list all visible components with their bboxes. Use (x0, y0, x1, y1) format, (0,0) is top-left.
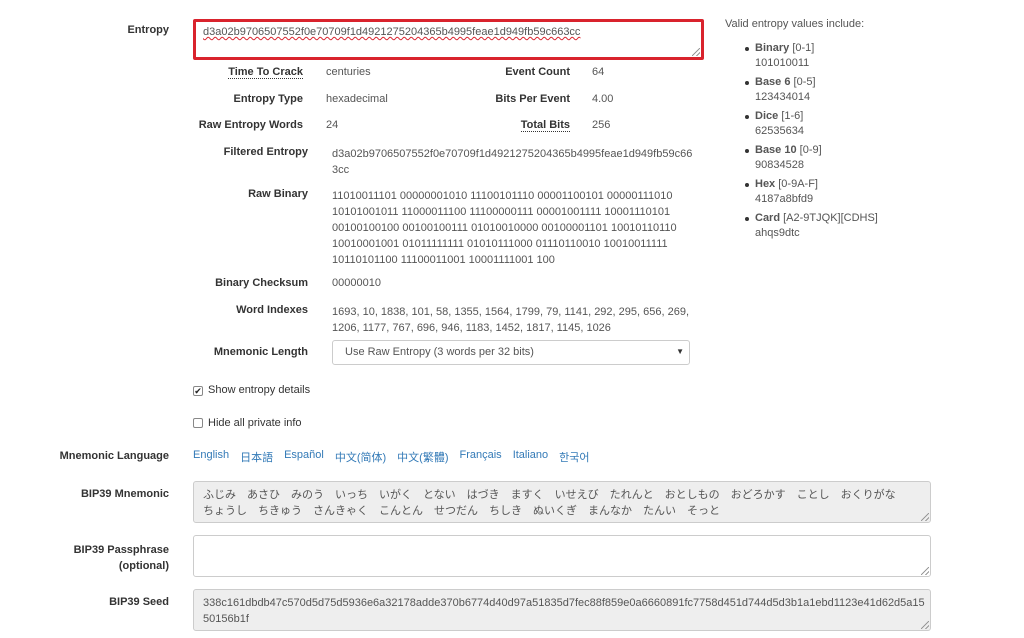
valid-entropy-item: Dice [1-6] 62535634 (725, 109, 1015, 139)
raw-binary-value: 11010011101 00000001010 11100101110 0000… (332, 190, 677, 266)
show-entropy-details-checkbox[interactable]: ✔ (193, 386, 203, 396)
valid-entropy-range: [0-5] (793, 76, 816, 88)
entropy-label: Entropy (127, 24, 169, 36)
time-to-crack-value: centuries (326, 66, 371, 78)
chevron-down-icon: ▼ (676, 347, 684, 356)
valid-entropy-name: Binary (755, 42, 790, 54)
filtered-entropy-value: d3a02b9706507552f0e70709f1d4921275204365… (332, 148, 693, 176)
raw-entropy-words-value: 24 (326, 119, 339, 131)
bip39-passphrase-label: BIP39 Passphrase (optional) (73, 544, 169, 572)
bip39-mnemonic-field[interactable]: ふじみ あさひ みのう いっち いがく とない はづき ますく いせえび たれん… (193, 481, 931, 523)
valid-entropy-name: Base 10 (755, 144, 797, 156)
mnemonic-length-selected: Use Raw Entropy (3 words per 32 bits) (345, 346, 534, 358)
valid-entropy-range: [1-6] (781, 110, 804, 122)
event-count-value: 64 (592, 66, 605, 78)
show-entropy-details-label[interactable]: Show entropy details (208, 384, 310, 396)
entropy-value: d3a02b9706507552f0e70709f1d4921275204365… (203, 26, 581, 38)
bip39-mnemonic-label: BIP39 Mnemonic (80, 488, 169, 500)
bip39-passphrase-input[interactable] (193, 535, 931, 577)
language-link[interactable]: 中文(繁體) (397, 449, 448, 465)
valid-entropy-list: Binary [0-1] 101010011 Base 6 [0-5] 1234340… (725, 41, 1015, 241)
bits-per-event-label: Bits Per Event (495, 93, 570, 105)
binary-checksum-label: Binary Checksum (215, 277, 308, 289)
hide-private-info-label[interactable]: Hide all private info (208, 417, 302, 429)
total-bits-label: Total Bits (520, 119, 570, 132)
bits-per-event-value: 4.00 (592, 93, 614, 105)
valid-entropy-example: 123434014 (755, 91, 811, 103)
valid-entropy-example: 62535634 (755, 125, 804, 137)
mnemonic-length-label: Mnemonic Length (213, 346, 308, 358)
valid-entropy-range: [A2-9TJQK][CDHS] (783, 212, 878, 224)
raw-entropy-words-label: Raw Entropy Words (198, 119, 303, 131)
bip39-seed-label: BIP39 Seed (109, 596, 169, 608)
valid-entropy-example: ahqs9dtc (755, 227, 800, 239)
valid-entropy-range: [0-9A-F] (778, 178, 818, 190)
resize-handle-icon[interactable] (692, 48, 700, 56)
time-to-crack-label: Time To Crack (228, 66, 303, 79)
language-links: English 日本語 Español 中文(简体) 中文(繁體) Français Ita… (193, 449, 601, 465)
word-indexes-label: Word Indexes (236, 304, 308, 316)
entropy-type-value: hexadecimal (326, 93, 388, 105)
bip39-seed-field[interactable]: 338c161dbdb47c570d5d75d5936e6a32178adde3… (193, 589, 931, 631)
resize-handle-icon[interactable] (921, 567, 929, 575)
filtered-entropy-label: Filtered Entropy (223, 146, 308, 158)
resize-handle-icon[interactable] (921, 513, 929, 521)
valid-entropy-example: 4187a8bfd9 (755, 193, 814, 205)
valid-entropy-range: [0-9] (799, 144, 822, 156)
mnemonic-length-select[interactable]: Use Raw Entropy (3 words per 32 bits) ▼ (332, 340, 690, 365)
language-link[interactable]: 日本語 (240, 449, 273, 465)
language-link[interactable]: Español (284, 449, 324, 465)
valid-entropy-example: 90834528 (755, 159, 804, 171)
valid-entropy-name: Dice (755, 110, 779, 122)
event-count-label: Event Count (505, 66, 570, 78)
valid-entropy-heading: Valid entropy values include: (725, 18, 865, 30)
valid-entropy-name: Base 6 (755, 76, 791, 88)
entropy-input[interactable]: d3a02b9706507552f0e70709f1d4921275204365… (193, 19, 704, 60)
language-link[interactable]: 한국어 (559, 449, 589, 465)
valid-entropy-item: Base 10 [0-9] 90834528 (725, 143, 1015, 173)
valid-entropy-range: [0-1] (792, 42, 815, 54)
entropy-type-label: Entropy Type (233, 93, 303, 105)
raw-binary-label: Raw Binary (248, 188, 308, 200)
resize-handle-icon[interactable] (921, 621, 929, 629)
binary-checksum-value: 00000010 (332, 277, 381, 289)
language-link[interactable]: English (193, 449, 229, 465)
language-link[interactable]: 中文(简体) (335, 449, 386, 465)
mnemonic-language-label: Mnemonic Language (59, 450, 169, 462)
valid-entropy-help: Valid entropy values include: Binary [0-… (725, 18, 1015, 245)
valid-entropy-item: Base 6 [0-5] 123434014 (725, 75, 1015, 105)
total-bits-value: 256 (592, 119, 611, 131)
language-link[interactable]: Français (460, 449, 502, 465)
language-link[interactable]: Italiano (513, 449, 548, 465)
valid-entropy-example: 101010011 (755, 57, 810, 69)
word-indexes-value: 1693, 10, 1838, 101, 58, 1355, 1564, 179… (332, 306, 689, 334)
valid-entropy-name: Hex (755, 178, 776, 190)
valid-entropy-name: Card (755, 212, 781, 224)
hide-private-info-checkbox[interactable] (193, 418, 203, 428)
valid-entropy-item: Card [A2-9TJQK][CDHS] ahqs9dtc (725, 211, 1015, 241)
valid-entropy-item: Hex [0-9A-F] 4187a8bfd9 (725, 177, 1015, 207)
valid-entropy-item: Binary [0-1] 101010011 (725, 41, 1015, 71)
